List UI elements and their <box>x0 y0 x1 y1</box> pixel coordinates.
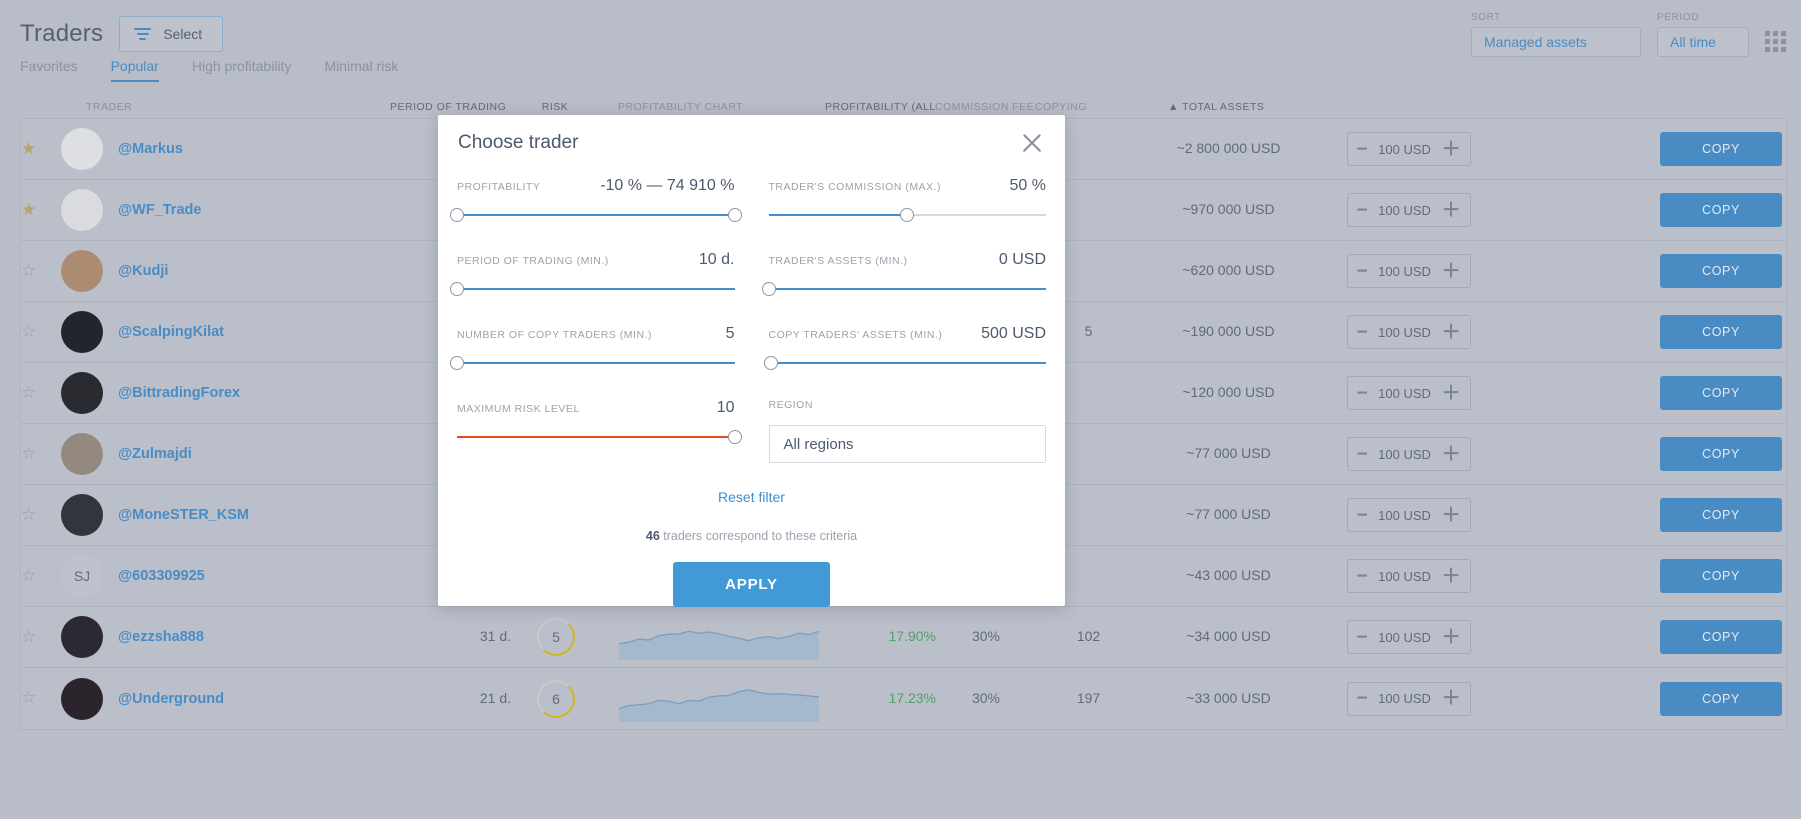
slider-fill <box>769 362 1047 364</box>
slider-knob[interactable] <box>728 430 742 444</box>
region-select[interactable]: All regions <box>769 425 1047 463</box>
slider-fill <box>769 288 1047 290</box>
slider-field: TRADER'S COMMISSION (MAX.) 50 % <box>769 177 1047 251</box>
slider-label: MAXIMUM RISK LEVEL <box>457 403 580 415</box>
slider-value: 10 d. <box>699 251 735 269</box>
slider-control[interactable] <box>769 277 1047 301</box>
slider-knob[interactable] <box>450 282 464 296</box>
slider-knob[interactable] <box>764 356 778 370</box>
slider-value: 5 <box>726 325 735 343</box>
slider-fill <box>457 214 735 216</box>
slider-fill <box>457 436 735 438</box>
slider-field: COPY TRADERS' ASSETS (MIN.) 500 USD <box>769 325 1047 399</box>
slider-label: PROFITABILITY <box>457 181 540 193</box>
slider-knob[interactable] <box>450 356 464 370</box>
slider-label: TRADER'S COMMISSION (MAX.) <box>769 181 942 193</box>
slider-knob[interactable] <box>728 208 742 222</box>
slider-control[interactable] <box>457 203 735 227</box>
apply-button[interactable]: APPLY <box>673 562 830 607</box>
slider-field: MAXIMUM RISK LEVEL 10 <box>457 399 735 473</box>
slider-value: 0 USD <box>999 251 1046 269</box>
slider-fill <box>769 214 908 216</box>
slider-fill <box>457 362 735 364</box>
region-field: REGION All regions <box>769 399 1047 473</box>
criteria-summary: 46 traders correspond to these criteria <box>457 529 1046 543</box>
region-label: REGION <box>769 399 813 411</box>
slider-value: 50 % <box>1010 177 1046 195</box>
slider-value: 500 USD <box>981 325 1046 343</box>
filter-fields: PROFITABILITY -10 % — 74 910 % TRADER'S CO… <box>457 171 1046 473</box>
slider-control[interactable] <box>457 351 735 375</box>
slider-label: TRADER'S ASSETS (MIN.) <box>769 255 908 267</box>
slider-label: COPY TRADERS' ASSETS (MIN.) <box>769 329 943 341</box>
reset-filter-link[interactable]: Reset filter <box>457 489 1046 505</box>
slider-knob-min[interactable] <box>450 208 464 222</box>
slider-control[interactable] <box>769 351 1047 375</box>
slider-control[interactable] <box>457 425 735 449</box>
slider-label: PERIOD OF TRADING (MIN.) <box>457 255 609 267</box>
choose-trader-modal: Choose trader PROFITABILITY -10 % — 74 91… <box>438 115 1065 606</box>
traders-page: Traders Select Favorites Popular High pr… <box>0 0 1801 819</box>
criteria-count: 46 <box>646 529 660 543</box>
modal-footer: APPLY <box>457 562 1046 607</box>
slider-field: NUMBER OF COPY TRADERS (MIN.) 5 <box>457 325 735 399</box>
slider-field: TRADER'S ASSETS (MIN.) 0 USD <box>769 251 1047 325</box>
slider-control[interactable] <box>457 277 735 301</box>
slider-field: PROFITABILITY -10 % — 74 910 % <box>457 177 735 251</box>
modal-header: Choose trader <box>457 115 1046 171</box>
criteria-text: traders correspond to these criteria <box>663 529 857 543</box>
slider-value: 10 <box>717 399 735 417</box>
slider-field: PERIOD OF TRADING (MIN.) 10 d. <box>457 251 735 325</box>
slider-fill <box>457 288 735 290</box>
close-icon[interactable] <box>1019 130 1045 156</box>
slider-control[interactable] <box>769 203 1047 227</box>
slider-value: -10 % — 74 910 % <box>600 177 734 195</box>
slider-knob[interactable] <box>762 282 776 296</box>
slider-knob[interactable] <box>900 208 914 222</box>
slider-label: NUMBER OF COPY TRADERS (MIN.) <box>457 329 652 341</box>
modal-title: Choose trader <box>458 132 578 154</box>
